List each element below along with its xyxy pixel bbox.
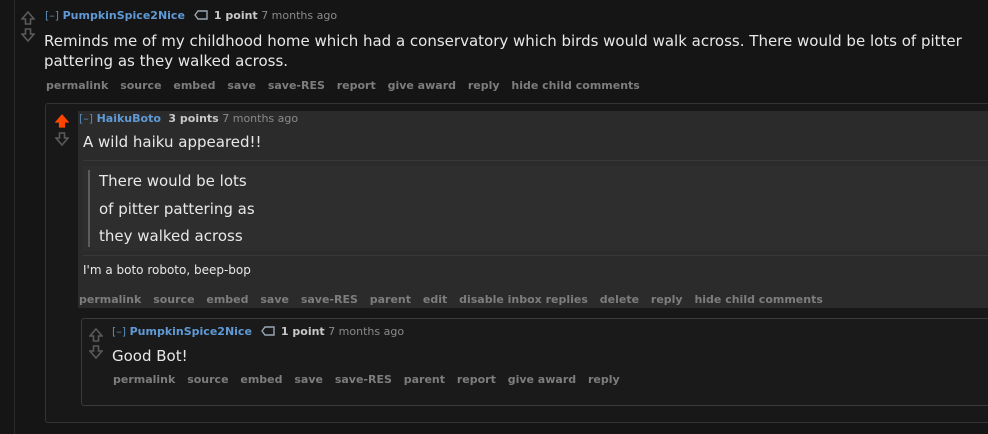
action-hide-child-comments[interactable]: hide child comments <box>694 293 822 306</box>
haiku-quote: There would be lots of pitter pattering … <box>83 166 988 251</box>
downvote-arrow-icon[interactable] <box>55 132 69 146</box>
timestamp: 7 months ago <box>261 9 338 22</box>
comment-3: [–] PumpkinSpice2Nice 1 point 7 months a… <box>81 318 988 406</box>
haiku-line-3: they walked across <box>99 227 243 245</box>
action-disable-inbox-replies[interactable]: disable inbox replies <box>459 293 588 306</box>
action-save[interactable]: save <box>227 79 256 92</box>
action-give-award[interactable]: give award <box>508 373 576 386</box>
action-source[interactable]: source <box>120 79 161 92</box>
intro-divider <box>83 160 988 161</box>
action-report[interactable]: report <box>337 79 376 92</box>
action-save[interactable]: save <box>294 373 323 386</box>
action-hide-child-comments[interactable]: hide child comments <box>511 79 639 92</box>
downvote-arrow-icon[interactable] <box>89 345 103 359</box>
upvote-arrow-icon[interactable] <box>55 114 69 128</box>
haiku-line-1: There would be lots <box>99 172 247 190</box>
action-permalink[interactable]: permalink <box>79 293 141 306</box>
action-save-res[interactable]: save-RES <box>335 373 392 386</box>
score: 1 point <box>280 325 325 338</box>
action-give-award[interactable]: give award <box>388 79 456 92</box>
vote-arrows <box>89 328 105 359</box>
author-link[interactable]: HaikuBoto <box>97 112 161 125</box>
downvote-arrow-icon[interactable] <box>21 28 35 42</box>
comment-tagline: [–] HaikuBoto 3 points 7 months ago <box>79 112 298 125</box>
action-save-res[interactable]: save-RES <box>268 79 325 92</box>
action-parent[interactable]: parent <box>370 293 411 306</box>
action-permalink[interactable]: permalink <box>46 79 108 92</box>
action-save-res[interactable]: save-RES <box>301 293 358 306</box>
vote-arrows <box>21 11 37 42</box>
vote-arrows <box>55 114 71 146</box>
upvote-arrow-icon[interactable] <box>21 11 35 25</box>
haiku-intro: A wild haiku appeared!! <box>83 133 262 151</box>
upvote-arrow-icon[interactable] <box>89 328 103 342</box>
comment-actions: permalink source embed save save-RES par… <box>79 293 831 306</box>
award-icon[interactable] <box>261 326 276 336</box>
blockquote-bar <box>88 170 90 247</box>
comment-actions: permalink source embed save save-RES rep… <box>46 79 648 92</box>
collapse-toggle[interactable]: [–] <box>112 325 126 338</box>
score: 3 points <box>168 112 219 125</box>
comment-tagline: [–] PumpkinSpice2Nice 1 point 7 months a… <box>112 325 404 338</box>
score: 1 point <box>213 9 258 22</box>
comment-body: Good Bot! <box>112 347 188 365</box>
bot-footer: I'm a boto roboto, beep-bop <box>83 263 251 277</box>
author-link[interactable]: PumpkinSpice2Nice <box>63 9 185 22</box>
action-permalink[interactable]: permalink <box>113 373 175 386</box>
comment-actions: permalink source embed save save-RES par… <box>113 373 628 386</box>
action-report[interactable]: report <box>457 373 496 386</box>
action-embed[interactable]: embed <box>240 373 282 386</box>
footer-divider <box>83 255 988 256</box>
collapse-toggle[interactable]: [–] <box>45 9 59 22</box>
timestamp: 7 months ago <box>328 325 405 338</box>
action-source[interactable]: source <box>153 293 194 306</box>
comment-body: Reminds me of my childhood home which ha… <box>44 32 962 70</box>
timestamp: 7 months ago <box>222 112 299 125</box>
comment-tagline: [–] PumpkinSpice2Nice 1 point 7 months a… <box>45 9 337 22</box>
award-icon[interactable] <box>194 10 209 20</box>
action-delete[interactable]: delete <box>600 293 639 306</box>
action-save[interactable]: save <box>260 293 289 306</box>
collapse-toggle[interactable]: [–] <box>79 112 93 125</box>
action-embed[interactable]: embed <box>206 293 248 306</box>
action-reply[interactable]: reply <box>651 293 683 306</box>
action-edit[interactable]: edit <box>423 293 447 306</box>
author-link[interactable]: PumpkinSpice2Nice <box>130 325 252 338</box>
action-parent[interactable]: parent <box>404 373 445 386</box>
action-reply[interactable]: reply <box>468 79 500 92</box>
action-embed[interactable]: embed <box>173 79 215 92</box>
haiku-line-2: of pitter pattering as <box>99 200 255 218</box>
action-reply[interactable]: reply <box>588 373 620 386</box>
action-source[interactable]: source <box>187 373 228 386</box>
